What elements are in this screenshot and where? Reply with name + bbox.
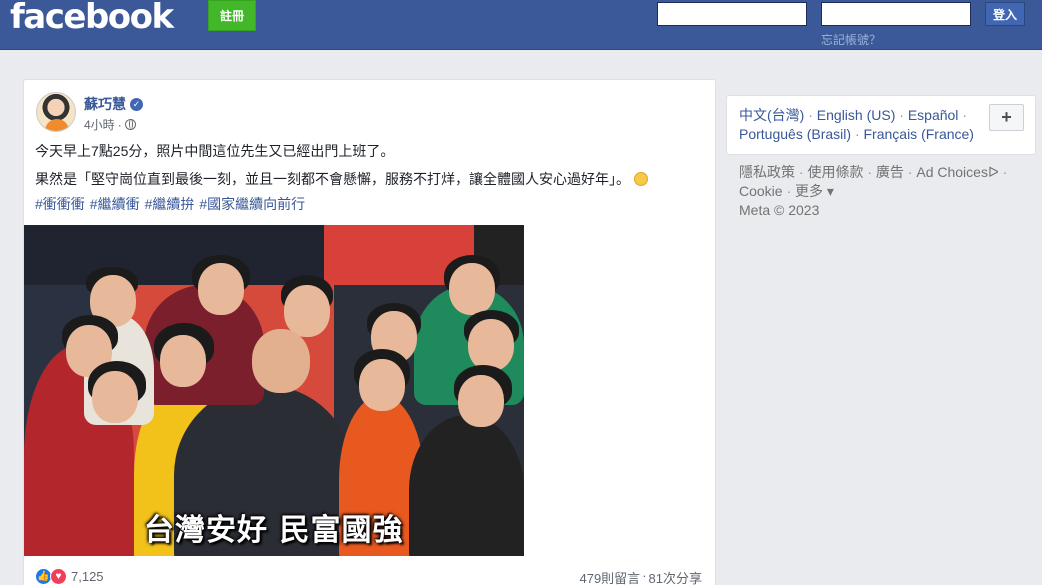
password-field[interactable]	[821, 2, 971, 26]
hashtag-link[interactable]: #國家繼續向前行	[199, 194, 305, 214]
reaction-count[interactable]: 7,125	[71, 569, 104, 584]
reaction-summary[interactable]: 👍 ♥ 7,125	[35, 568, 104, 585]
top-bar: facebook 註冊 登入 忘記帳號？	[0, 0, 1042, 50]
verified-badge-icon: ✓	[130, 97, 143, 111]
language-list: 中文(台灣) · English (US) · Español · Portug…	[739, 107, 974, 142]
photo-face	[458, 375, 504, 427]
post-author: 蘇巧慧 ✓	[84, 94, 143, 114]
copyright: Meta © 2023	[739, 202, 820, 218]
footer-link-ad-choices[interactable]: Ad Choices	[916, 164, 988, 180]
hashtag-list: #衝衝衝 #繼續衝 #繼續拚 #國家繼續向前行	[35, 194, 305, 214]
photo-caption: 台灣安好 民富國強	[144, 513, 404, 548]
forgot-account-link[interactable]: 忘記帳號？	[821, 31, 881, 48]
engagement-counts: 479則留言 · 81次分享	[579, 568, 702, 585]
avatar[interactable]	[36, 92, 76, 132]
hashtag-link[interactable]: #繼續衝	[90, 194, 140, 214]
language-selector: 中文(台灣) · English (US) · Español · Portug…	[726, 95, 1036, 155]
language-option[interactable]: Português (Brasil)	[739, 126, 851, 142]
author-name[interactable]: 蘇巧慧	[84, 94, 126, 114]
post-card: 蘇巧慧 ✓ 4小時 · 今天早上7點25分，照片中間這位先生又已經出門上班了。 …	[23, 79, 716, 585]
dropdown-caret-icon[interactable]: ▾	[823, 183, 834, 199]
post-text-line-1: 今天早上7點25分，照片中間這位先生又已經出門上班了。	[35, 143, 395, 159]
post-text-line-2-content: 果然是「堅守崗位直到最後一刻，並且一刻都不會懸懈，服務不打烊，讓全體國人安心過好…	[35, 171, 630, 187]
ad-choices-icon: ᐅ	[987, 164, 999, 180]
photo-face	[252, 329, 310, 393]
login-button[interactable]: 登入	[985, 2, 1025, 26]
globe-icon	[124, 119, 136, 130]
comment-count[interactable]: 479則留言	[579, 568, 640, 585]
photo-person	[409, 415, 524, 556]
share-count[interactable]: 81次分享	[649, 568, 702, 585]
facebook-logo[interactable]: facebook	[10, 0, 174, 34]
footer-links: 隱私政策 · 使用條款 · 廣告 · Ad Choicesᐅ · Cookie …	[739, 163, 1029, 220]
language-option[interactable]: Français (France)	[864, 126, 974, 142]
meta-separator: ·	[117, 117, 122, 132]
photo-face	[92, 371, 138, 423]
language-option[interactable]: Español	[908, 107, 959, 123]
photo-face	[359, 359, 405, 411]
photo-face	[284, 285, 330, 337]
footer-link-terms[interactable]: 使用條款	[807, 164, 863, 180]
hashtag-link[interactable]: #繼續拚	[145, 194, 195, 214]
footer-link-cookie[interactable]: Cookie	[739, 183, 783, 199]
post-photo[interactable]: 台灣安好 民富國強	[24, 225, 524, 556]
post-timestamp[interactable]: 4小時	[84, 116, 115, 133]
language-option[interactable]: 中文(台灣)	[739, 107, 804, 123]
language-option[interactable]: English (US)	[817, 107, 896, 123]
photo-face	[160, 335, 206, 387]
footer-link-more[interactable]: 更多	[795, 183, 823, 199]
footer-link-ads[interactable]: 廣告	[876, 164, 904, 180]
add-language-button[interactable]: +	[989, 104, 1024, 131]
laughing-emoji-icon	[634, 172, 648, 186]
email-field[interactable]	[657, 2, 807, 26]
footer-link-privacy[interactable]: 隱私政策	[739, 164, 795, 180]
post-text-line-2: 果然是「堅守崗位直到最後一刻，並且一刻都不會懸懈，服務不打烊，讓全體國人安心過好…	[35, 169, 648, 189]
post-meta: 4小時 ·	[84, 116, 136, 133]
photo-face	[468, 319, 514, 371]
love-icon: ♥	[50, 568, 67, 585]
hashtag-link[interactable]: #衝衝衝	[35, 194, 85, 214]
photo-face	[449, 263, 495, 315]
photo-face	[198, 263, 244, 315]
count-separator: ·	[642, 568, 647, 583]
signup-button[interactable]: 註冊	[208, 0, 256, 31]
